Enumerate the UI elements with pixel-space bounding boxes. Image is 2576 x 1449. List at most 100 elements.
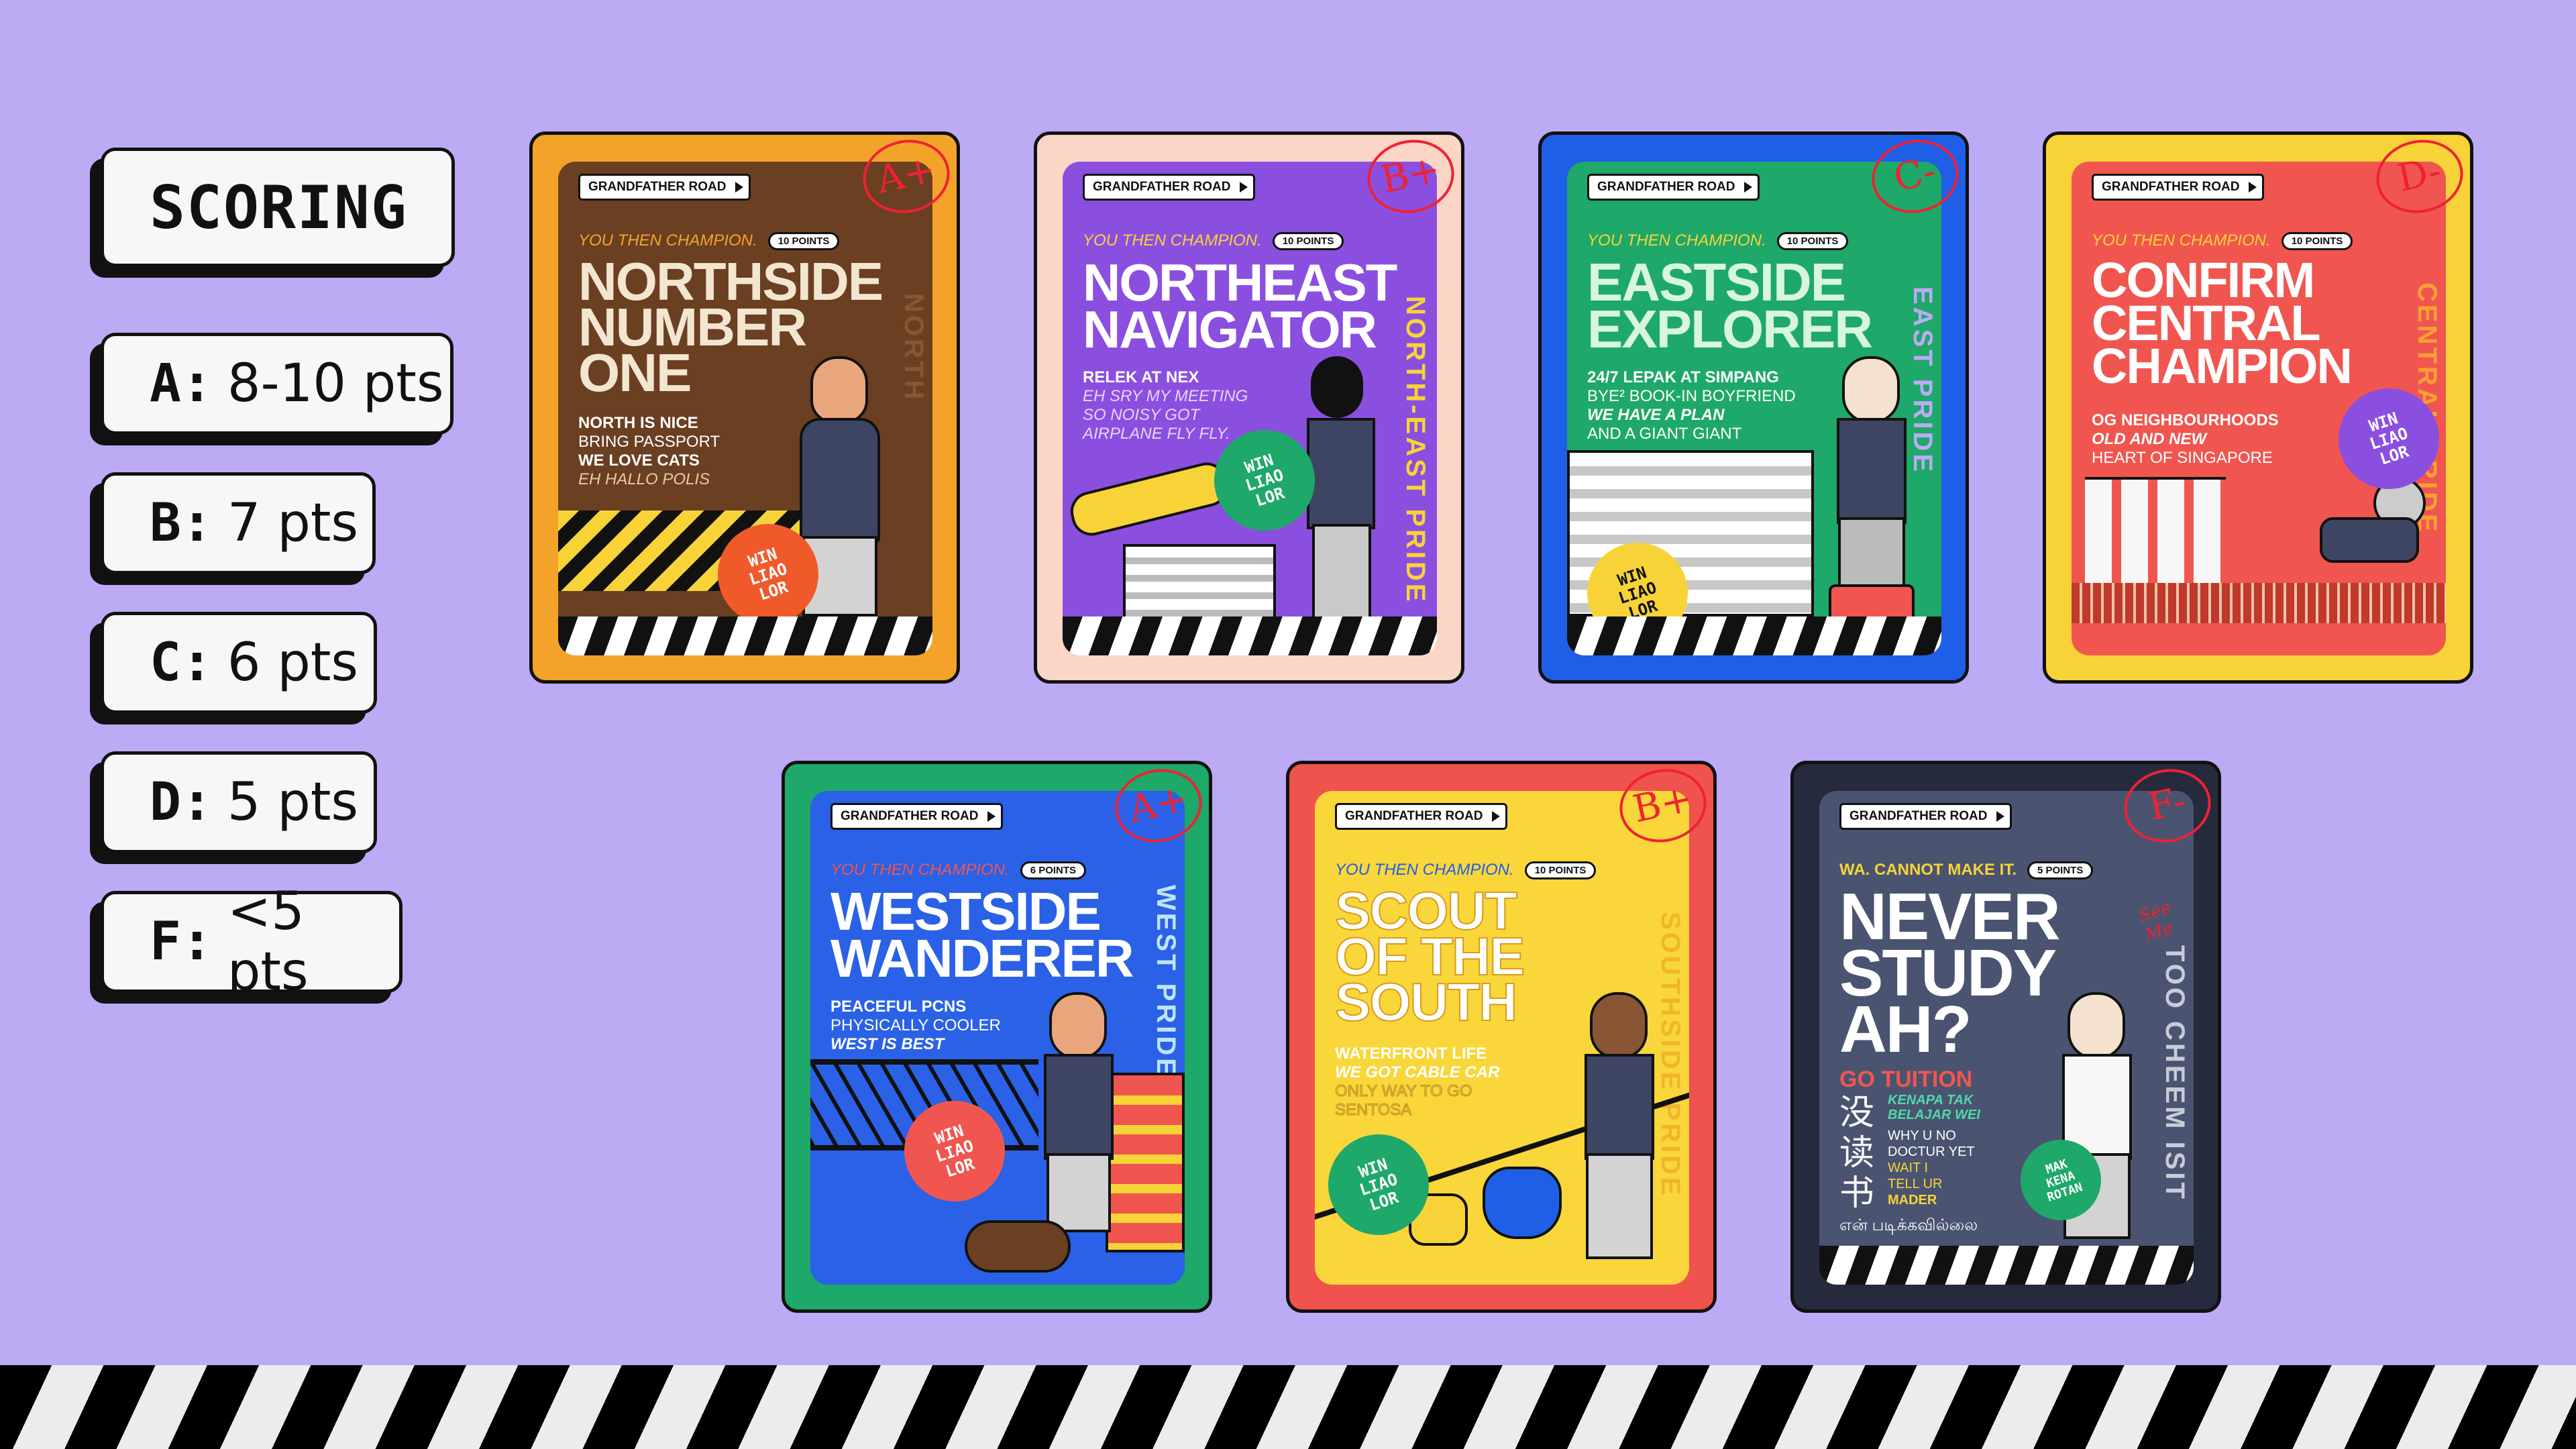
card-eastside[interactable]: GRANDFATHER ROAD YOU THEN CHAMPION. 10 PO… xyxy=(1538,131,1969,684)
crosswalk-stripes xyxy=(1063,616,1437,655)
points-pill: 10 POINTS xyxy=(2281,232,2353,251)
grade-points: 7 pts xyxy=(227,493,359,553)
blurb-line: KENAPA TAK xyxy=(1888,1093,1974,1108)
blurb-line: 24/7 LEPAK AT SIMPANG xyxy=(1587,368,1779,386)
blurb-line: WE LOVE CATS xyxy=(578,451,700,470)
card-panel: GRANDFATHER ROAD YOU THEN CHAMPION. 10 PO… xyxy=(1567,162,1941,655)
hdb-block-illustration xyxy=(1123,544,1276,623)
blurb-line: DOCTUR YET xyxy=(1888,1144,1975,1159)
scoring-title: SCORING xyxy=(150,172,408,242)
card-northside[interactable]: GRANDFATHER ROAD YOU THEN CHAMPION. 10 PO… xyxy=(529,131,960,684)
crosswalk-stripes xyxy=(1567,616,1941,655)
card-blurb: NORTH IS NICE BRING PASSPORT WE LOVE CAT… xyxy=(578,414,720,489)
brand-tag: GRANDFATHER ROAD xyxy=(1839,803,2012,830)
card-headline: SCOUT OF THE SOUTH xyxy=(1334,881,1525,1032)
tagline-text: WA. CANNOT MAKE IT. xyxy=(1839,861,2017,879)
card-headline: CONFIRM CENTRAL CHAMPION xyxy=(2092,252,2353,394)
blurb-line: PEACEFUL PCNS xyxy=(830,998,967,1016)
brand-tag: GRANDFATHER ROAD xyxy=(1587,174,1760,201)
tagline-text: YOU THEN CHAMPION. xyxy=(578,231,757,250)
card-panel: GRANDFATHER ROAD YOU THEN CHAMPION. 10 PO… xyxy=(1063,162,1437,655)
blurb-line: WEST IS BEST xyxy=(830,1035,945,1053)
grandpa-illustration xyxy=(1822,356,1923,625)
card-tagline: YOU THEN CHAMPION. 10 POINTS xyxy=(1083,231,1344,251)
tagline-text: YOU THEN CHAMPION. xyxy=(1083,231,1262,250)
points-pill: 10 POINTS xyxy=(767,232,840,251)
crosswalk-stripes xyxy=(1819,1246,2194,1285)
blurb-line: WATERFRONT LIFE xyxy=(1335,1044,1487,1063)
card-tagline: YOU THEN CHAMPION. 10 POINTS xyxy=(578,231,840,251)
blurb-line: MADER xyxy=(1888,1193,1937,1208)
blurb-line: BRING PASSPORT xyxy=(578,433,720,451)
card-panel: GRANDFATHER ROAD YOU THEN CHAMPION. 10 PO… xyxy=(1315,791,1689,1285)
scoring-title-pill: SCORING xyxy=(101,148,455,267)
points-pill: 6 POINTS xyxy=(1020,861,1087,880)
points-pill: 5 POINTS xyxy=(2027,861,2094,880)
airplane-illustration xyxy=(1066,458,1232,540)
card-south[interactable]: GRANDFATHER ROAD YOU THEN CHAMPION. 10 PO… xyxy=(1286,761,1717,1313)
grade-letter: A: xyxy=(150,354,213,414)
points-pill: 10 POINTS xyxy=(1272,232,1344,251)
blurb-line: SENTOSA xyxy=(1334,1101,1412,1120)
grade-points: 5 pts xyxy=(227,772,359,833)
card-tagline: YOU THEN CHAMPION. 10 POINTS xyxy=(1587,231,1849,251)
card-tagline: YOU THEN CHAMPION. 10 POINTS xyxy=(1335,861,1597,880)
blurb-line: BELAJAR WEI xyxy=(1888,1108,1980,1122)
card-panel: GRANDFATHER ROAD WA. CANNOT MAKE IT. 5 PO… xyxy=(1819,791,2194,1285)
card-northeast[interactable]: GRANDFATHER ROAD YOU THEN CHAMPION. 10 PO… xyxy=(1034,131,1464,684)
see-me-note: See Me xyxy=(2136,897,2176,946)
brick-floor xyxy=(2072,583,2446,623)
card-blurb: RELEK AT NEX EH SRY MY MEETING SO NOISY … xyxy=(1083,368,1248,443)
brand-tag: GRANDFATHER ROAD xyxy=(2092,174,2265,201)
chinese-text: 没读书 xyxy=(1839,1093,1875,1213)
card-blurb: PEACEFUL PCNS PHYSICALLY COOLER WEST IS … xyxy=(830,998,1001,1054)
card-panel: GRANDFATHER ROAD YOU THEN CHAMPION. 10 PO… xyxy=(2072,162,2446,655)
card-tagline: WA. CANNOT MAKE IT. 5 POINTS xyxy=(1839,861,2094,880)
card-panel: GRANDFATHER ROAD YOU THEN CHAMPION. 6 POI… xyxy=(810,791,1185,1285)
blurb-line: OLD AND NEW xyxy=(2092,430,2207,448)
cable-car-illustration xyxy=(1483,1167,1562,1239)
blurb-line: EH HALLO POLIS xyxy=(578,470,710,488)
crosswalk-stripes xyxy=(558,616,932,655)
card-blurb: OG NEIGHBOURHOODS OLD AND NEW HEART OF S… xyxy=(2092,411,2279,468)
grade-row-a: A: 8-10 pts xyxy=(101,333,453,435)
points-pill: 10 POINTS xyxy=(1776,232,1849,251)
card-central[interactable]: GRANDFATHER ROAD YOU THEN CHAMPION. 10 PO… xyxy=(2043,131,2473,684)
tagline-text: YOU THEN CHAMPION. xyxy=(1587,231,1766,250)
blurb-line: AND A GIANT GIANT xyxy=(1587,425,1742,443)
blurb-line: GO TUITION xyxy=(1839,1067,1973,1092)
grade-points: 8-10 pts xyxy=(227,354,444,414)
tagline-text: YOU THEN CHAMPION. xyxy=(1335,861,1514,879)
card-blurb: 24/7 LEPAK AT SIMPANG BYE² BOOK-IN BOYFR… xyxy=(1587,368,1796,443)
blurb-line: AIRPLANE FLY FLY. xyxy=(1083,425,1230,443)
blurb-line: EH SRY MY MEETING xyxy=(1083,387,1248,405)
grade-points: <5 pts xyxy=(227,881,309,1002)
tagline-text: YOU THEN CHAMPION. xyxy=(830,861,1010,879)
card-fail[interactable]: GRANDFATHER ROAD WA. CANNOT MAKE IT. 5 PO… xyxy=(1790,761,2221,1313)
grade-row-f: F: <5 pts xyxy=(101,881,402,1002)
blurb-line: ONLY WAY TO GO xyxy=(1334,1082,1472,1101)
grade-letter: F: xyxy=(150,912,213,972)
card-panel: GRANDFATHER ROAD YOU THEN CHAMPION. 10 PO… xyxy=(558,162,932,655)
brand-tag: GRANDFATHER ROAD xyxy=(1083,174,1256,201)
card-blurb: GO TUITION 没读书 KENAPA TAK BELAJAR WEI WH… xyxy=(1839,1066,1980,1235)
grade-letter: C: xyxy=(150,633,213,693)
side-label: WEST PRIDE xyxy=(1151,885,1181,1079)
brand-tag: GRANDFATHER ROAD xyxy=(578,174,751,201)
grade-row-d: D: 5 pts xyxy=(101,751,377,853)
blurb-line: TELL UR xyxy=(1888,1177,1943,1191)
blurb-line: PHYSICALLY COOLER xyxy=(830,1016,1001,1034)
blurb-line: NORTH IS NICE xyxy=(578,414,698,432)
card-tagline: YOU THEN CHAMPION. 6 POINTS xyxy=(830,861,1087,880)
card-headline: EASTSIDE EXPLORER xyxy=(1587,252,1873,359)
grandma-illustration xyxy=(2273,477,2434,584)
brand-tag: GRANDFATHER ROAD xyxy=(830,803,1004,830)
card-headline: WESTSIDE WANDERER xyxy=(830,881,1134,988)
grade-letter: B: xyxy=(150,493,213,553)
card-westside[interactable]: GRANDFATHER ROAD YOU THEN CHAMPION. 6 POI… xyxy=(782,761,1212,1313)
side-label: NORTH-EAST PRIDE xyxy=(1401,296,1430,604)
crosswalk-floor xyxy=(0,1365,2576,1449)
card-headline: NEVER STUDY AH? xyxy=(1839,879,2061,1066)
blurb-line: HEART OF SINGAPORE xyxy=(2092,449,2273,467)
blurb-line: WHY U NO xyxy=(1888,1128,1956,1143)
